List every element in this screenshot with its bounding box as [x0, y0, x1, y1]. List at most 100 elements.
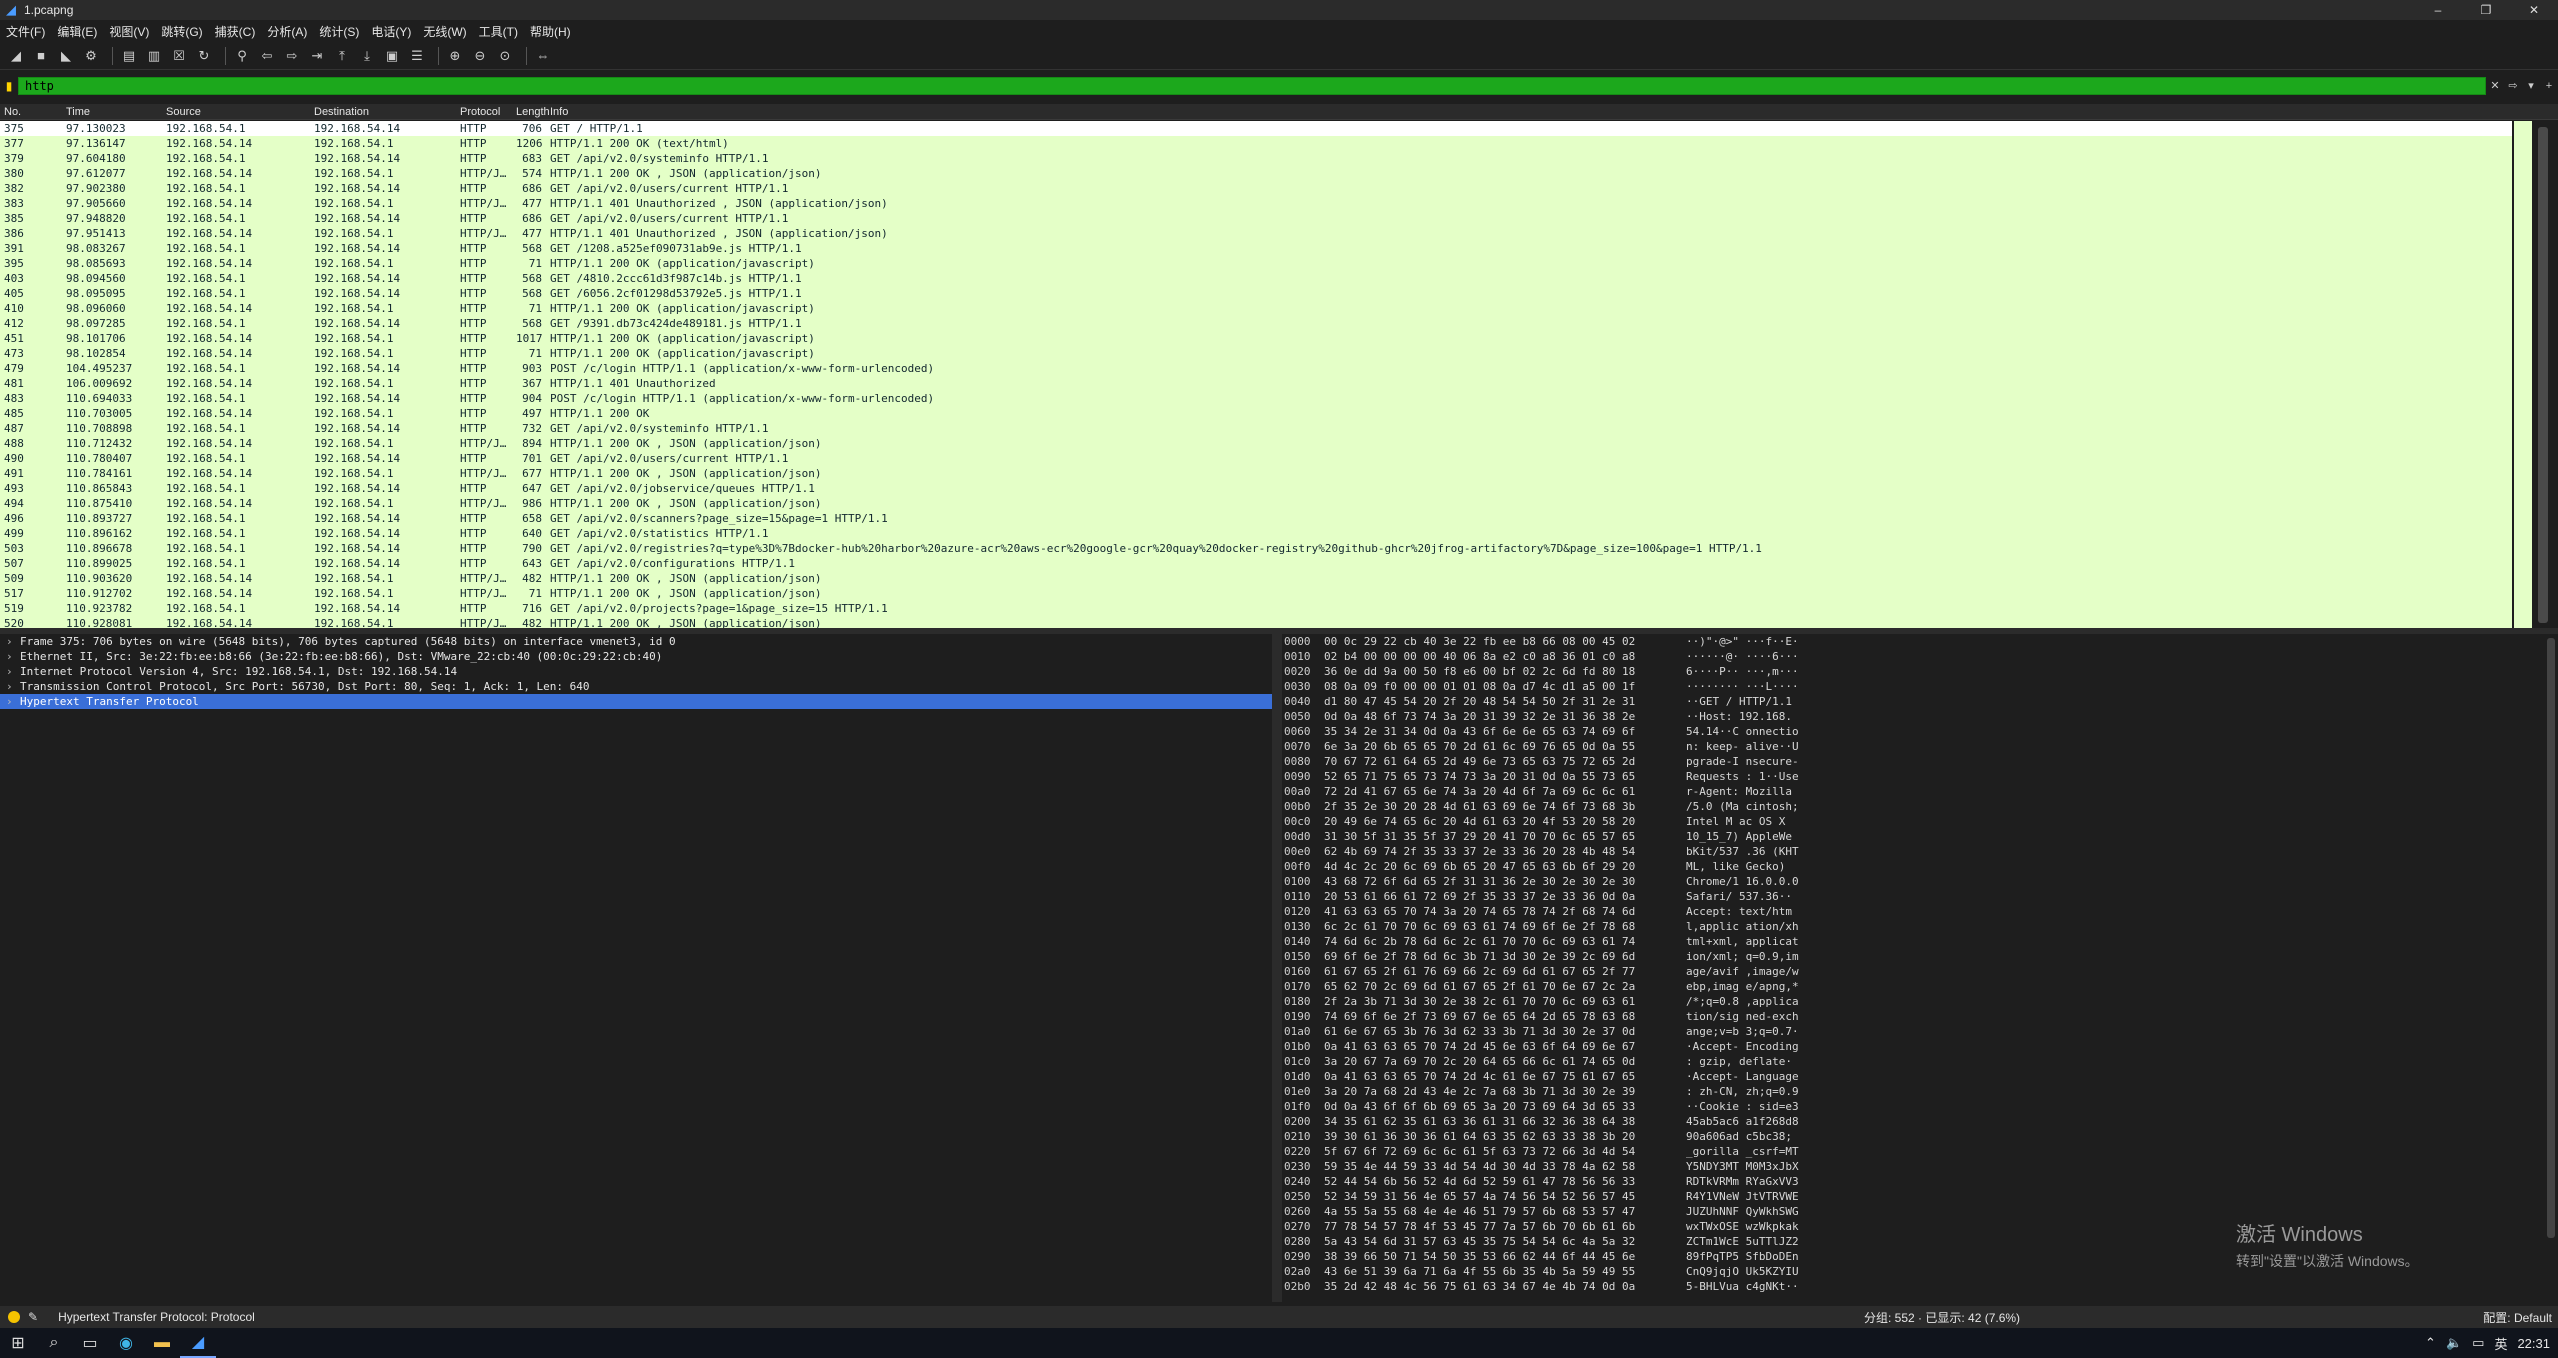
bytes-row[interactable]: 01b0 0a 41 63 63 65 70 74 2d 45 6e 63 6f …: [1282, 1039, 2544, 1054]
filter-bookmark-icon[interactable]: ▮: [0, 76, 18, 96]
bytes-row[interactable]: 00c0 20 49 6e 74 65 6c 20 4d 61 63 20 4f …: [1282, 814, 2544, 829]
minimize-button[interactable]: –: [2414, 0, 2462, 20]
packet-row[interactable]: 391 98.083267 192.168.54.1 192.168.54.14 HTT…: [0, 241, 2512, 256]
packet-row[interactable]: 487 110.708898 192.168.54.1 192.168.54.14 HT…: [0, 421, 2512, 436]
packet-row[interactable]: 499 110.896162 192.168.54.1 192.168.54.14 HT…: [0, 526, 2512, 541]
packet-row[interactable]: 382 97.902380 192.168.54.1 192.168.54.14 HTT…: [0, 181, 2512, 196]
packet-row[interactable]: 405 98.095095 192.168.54.1 192.168.54.14 HTT…: [0, 286, 2512, 301]
bytes-row[interactable]: 0260 4a 55 5a 55 68 4e 4e 46 51 79 57 6b …: [1282, 1204, 2544, 1219]
scrollbar-thumb[interactable]: [2547, 638, 2555, 1238]
forward-icon[interactable]: ⇨: [282, 46, 302, 66]
bytes-row[interactable]: 00d0 31 30 5f 31 35 5f 37 29 20 41 70 70 …: [1282, 829, 2544, 844]
bytes-row[interactable]: 0110 20 53 61 66 61 72 69 2f 35 33 37 2e …: [1282, 889, 2544, 904]
expand-arrow-icon[interactable]: ›: [6, 679, 20, 694]
bytes-row[interactable]: 0130 6c 2c 61 70 70 6c 69 63 61 74 69 6f …: [1282, 919, 2544, 934]
packet-row[interactable]: 385 97.948820 192.168.54.1 192.168.54.14 HTT…: [0, 211, 2512, 226]
bytes-row[interactable]: 01a0 61 6e 67 65 3b 76 3d 62 33 3b 71 3d …: [1282, 1024, 2544, 1039]
column-header-time[interactable]: Time: [62, 104, 162, 119]
packet-row[interactable]: 473 98.102854 192.168.54.14 192.168.54.1 HTT…: [0, 346, 2512, 361]
bytes-row[interactable]: 0220 5f 67 6f 72 69 6c 6c 61 5f 63 73 72 …: [1282, 1144, 2544, 1159]
last-icon[interactable]: ⤓: [357, 46, 377, 66]
bytes-row[interactable]: 00e0 62 4b 69 74 2f 35 33 37 2e 33 36 20 …: [1282, 844, 2544, 859]
bytes-row[interactable]: 0150 69 6f 6e 2f 78 6d 6c 3b 71 3d 30 2e …: [1282, 949, 2544, 964]
packet-row[interactable]: 507 110.899025 192.168.54.1 192.168.54.14 HT…: [0, 556, 2512, 571]
packet-row[interactable]: 503 110.896678 192.168.54.1 192.168.54.14 HT…: [0, 541, 2512, 556]
shark-fin-icon[interactable]: ◢: [6, 46, 26, 66]
restart-icon[interactable]: ◣: [56, 46, 76, 66]
column-header-protocol[interactable]: Protocol: [456, 104, 512, 119]
expand-arrow-icon[interactable]: ›: [6, 664, 20, 679]
menu-item[interactable]: 工具(T): [479, 23, 518, 40]
profile-status[interactable]: 配置: Default: [2483, 1309, 2552, 1326]
menu-item[interactable]: 统计(S): [319, 23, 359, 40]
bytes-row[interactable]: 0170 65 62 70 2c 69 6d 61 67 65 2f 61 70 …: [1282, 979, 2544, 994]
packet-row[interactable]: 383 97.905660 192.168.54.14 192.168.54.1 HTT…: [0, 196, 2512, 211]
packet-row[interactable]: 395 98.085693 192.168.54.14 192.168.54.1 HTT…: [0, 256, 2512, 271]
packet-row[interactable]: 377 97.136147 192.168.54.14 192.168.54.1 HTT…: [0, 136, 2512, 151]
bytes-row[interactable]: 02b0 35 2d 42 48 4c 56 75 61 63 34 67 4e …: [1282, 1279, 2544, 1294]
bytes-row[interactable]: 0240 52 44 54 6b 56 52 4d 6d 52 59 61 47 …: [1282, 1174, 2544, 1189]
bytes-row[interactable]: 01c0 3a 20 67 7a 69 70 2c 20 64 65 66 6c …: [1282, 1054, 2544, 1069]
maximize-button[interactable]: ❐: [2462, 0, 2510, 20]
close-file-icon[interactable]: ☒: [169, 46, 189, 66]
autoscroll-icon[interactable]: ▣: [382, 46, 402, 66]
packet-row[interactable]: 451 98.101706 192.168.54.14 192.168.54.1 HTT…: [0, 331, 2512, 346]
find-icon[interactable]: ⚲: [232, 46, 252, 66]
colorize-icon[interactable]: ☰: [407, 46, 427, 66]
detail-tree-item[interactable]: › Transmission Control Protocol, Src Port…: [0, 679, 1272, 694]
menu-item[interactable]: 跳转(G): [161, 23, 202, 40]
zoom-in-icon[interactable]: ⊕: [445, 46, 465, 66]
bytes-row[interactable]: 0100 43 68 72 6f 6d 65 2f 31 31 36 2e 30 …: [1282, 874, 2544, 889]
expand-arrow-icon[interactable]: ›: [6, 694, 20, 709]
bytes-row[interactable]: 00f0 4d 4c 2c 20 6c 69 6b 65 20 47 65 63 …: [1282, 859, 2544, 874]
menu-item[interactable]: 视图(V): [109, 23, 149, 40]
clear-filter-button[interactable]: ✕: [2486, 77, 2504, 95]
packet-row[interactable]: 375 97.130023 192.168.54.1 192.168.54.14 HTT…: [0, 121, 2512, 136]
menu-item[interactable]: 帮助(H): [530, 23, 571, 40]
bytes-row[interactable]: 00b0 2f 35 2e 30 20 28 4d 61 63 69 6e 74 …: [1282, 799, 2544, 814]
menu-item[interactable]: 文件(F): [6, 23, 45, 40]
packet-row[interactable]: 494 110.875410 192.168.54.14 192.168.54.1 HT…: [0, 496, 2512, 511]
packet-row[interactable]: 491 110.784161 192.168.54.14 192.168.54.1 HT…: [0, 466, 2512, 481]
packet-list-scrollbar[interactable]: [2512, 121, 2558, 628]
bytes-row[interactable]: 01f0 0d 0a 43 6f 6f 6b 69 65 3a 20 73 69 …: [1282, 1099, 2544, 1114]
reload-icon[interactable]: ↻: [194, 46, 214, 66]
bytes-row[interactable]: 0080 70 67 72 61 64 65 2d 49 6e 73 65 63 …: [1282, 754, 2544, 769]
expert-info-icon[interactable]: [8, 1311, 20, 1323]
packet-row[interactable]: 403 98.094560 192.168.54.1 192.168.54.14 HTT…: [0, 271, 2512, 286]
tray-chevron-icon[interactable]: ⌃: [2425, 1335, 2436, 1351]
pane-splitter-vertical[interactable]: [1272, 634, 1282, 1302]
packet-row[interactable]: 481 106.009692 192.168.54.14 192.168.54.1 HT…: [0, 376, 2512, 391]
capture-comment-icon[interactable]: ✎: [28, 1310, 38, 1324]
bytes-row[interactable]: 0020 36 0e dd 9a 00 50 f8 e6 00 bf 02 2c …: [1282, 664, 2544, 679]
packet-row[interactable]: 490 110.780407 192.168.54.1 192.168.54.14 HT…: [0, 451, 2512, 466]
close-button[interactable]: ✕: [2510, 0, 2558, 20]
menu-item[interactable]: 电话(Y): [371, 23, 411, 40]
bytes-row[interactable]: 0230 59 35 4e 44 59 33 4d 54 4d 30 4d 33 …: [1282, 1159, 2544, 1174]
display-filter-input[interactable]: [18, 77, 2486, 95]
volume-icon[interactable]: 🔈: [2446, 1335, 2462, 1351]
detail-tree-item[interactable]: › Frame 375: 706 bytes on wire (5648 bits…: [0, 634, 1272, 649]
menu-item[interactable]: 分析(A): [267, 23, 307, 40]
bytes-row[interactable]: 0070 6e 3a 20 6b 65 65 70 2d 61 6c 69 76 …: [1282, 739, 2544, 754]
bytes-row[interactable]: 00a0 72 2d 41 67 65 6e 74 3a 20 4d 6f 7a …: [1282, 784, 2544, 799]
bytes-row[interactable]: 0040 d1 80 47 45 54 20 2f 20 48 54 54 50 …: [1282, 694, 2544, 709]
stop-icon[interactable]: ■: [31, 46, 51, 66]
packet-row[interactable]: 519 110.923782 192.168.54.1 192.168.54.14 HT…: [0, 601, 2512, 616]
detail-tree-item[interactable]: › Ethernet II, Src: 3e:22:fb:ee:b8:66 (3e…: [0, 649, 1272, 664]
first-icon[interactable]: ⤒: [332, 46, 352, 66]
bytes-row[interactable]: 0210 39 30 61 36 30 36 61 64 63 35 62 63 …: [1282, 1129, 2544, 1144]
start-icon[interactable]: ⊞: [0, 1328, 36, 1358]
bytes-row[interactable]: 01d0 0a 41 63 63 65 70 74 2d 4c 61 6e 67 …: [1282, 1069, 2544, 1084]
resize-columns-icon[interactable]: ⇔: [533, 46, 553, 66]
bytes-row[interactable]: 0090 52 65 71 75 65 73 74 73 3a 20 31 0d …: [1282, 769, 2544, 784]
go-to-icon[interactable]: ⇥: [307, 46, 327, 66]
bytes-row[interactable]: 0030 08 0a 09 f0 00 00 01 01 08 0a d7 4c …: [1282, 679, 2544, 694]
bytes-row[interactable]: 01e0 3a 20 7a 68 2d 43 4e 2c 7a 68 3b 71 …: [1282, 1084, 2544, 1099]
packet-row[interactable]: 380 97.612077 192.168.54.14 192.168.54.1 HTT…: [0, 166, 2512, 181]
packet-row[interactable]: 479 104.495237 192.168.54.1 192.168.54.14 HT…: [0, 361, 2512, 376]
gear-icon[interactable]: ⚙: [81, 46, 101, 66]
column-header-length[interactable]: Length: [512, 104, 550, 119]
menu-item[interactable]: 编辑(E): [57, 23, 97, 40]
network-icon[interactable]: ▭: [2472, 1335, 2484, 1351]
